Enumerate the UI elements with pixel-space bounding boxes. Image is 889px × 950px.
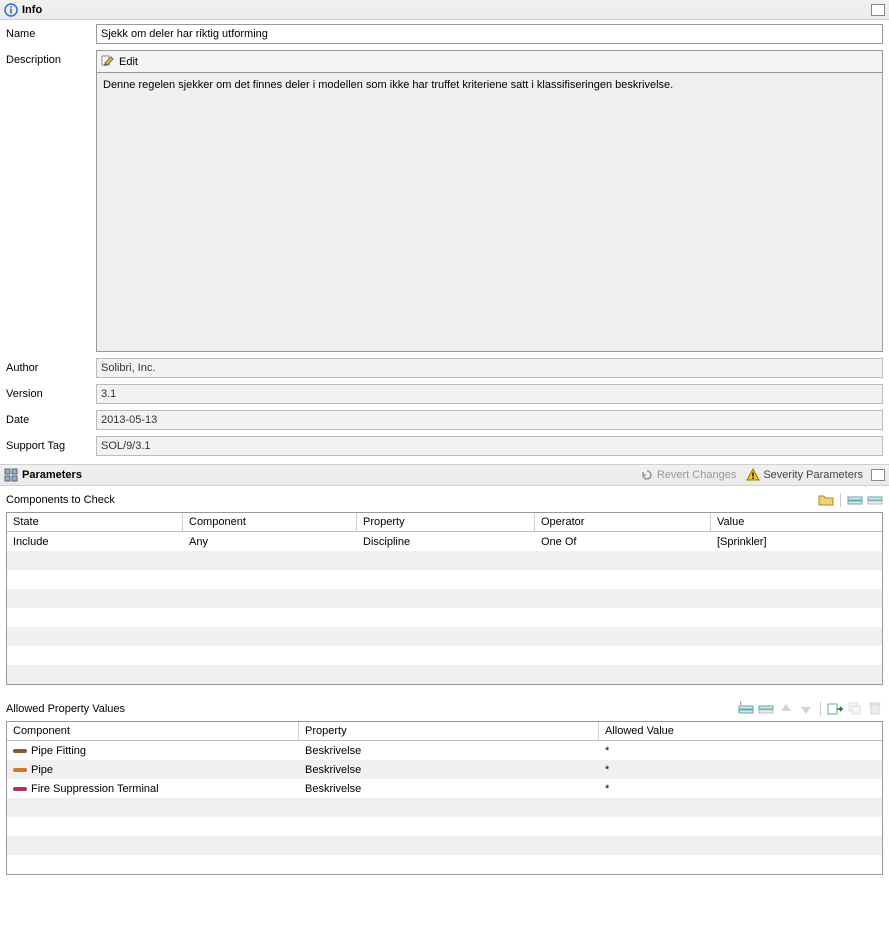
table-body: Pipe FittingBeskrivelse*PipeBeskrivelse*…	[7, 741, 882, 874]
author-label: Author	[6, 358, 96, 374]
cell-component[interactable]: Pipe Fitting	[7, 743, 299, 759]
add-row-button[interactable]	[847, 492, 863, 508]
remove-row-button[interactable]	[867, 492, 883, 508]
component-type-icon	[13, 747, 27, 755]
col-component[interactable]: Component	[7, 722, 299, 740]
allowed-property-values-section: Allowed Property Values I	[0, 695, 889, 885]
parameters-panel-header: Parameters Revert Changes Severity Param…	[0, 464, 889, 486]
table-row[interactable]: Pipe FittingBeskrivelse*	[7, 741, 882, 760]
table-row	[7, 646, 882, 665]
support-tag-label: Support Tag	[6, 436, 96, 452]
cell-allowed-value[interactable]: *	[599, 781, 882, 797]
version-label: Version	[6, 384, 96, 400]
revert-changes-button[interactable]: Revert Changes	[640, 468, 737, 482]
row-insert-button[interactable]: I	[738, 701, 754, 717]
cell-state[interactable]: Include	[7, 534, 183, 550]
name-field[interactable]	[96, 24, 883, 44]
cell-component[interactable]: Pipe	[7, 762, 299, 778]
cell-allowed-value[interactable]: *	[599, 743, 882, 759]
col-allowed-value[interactable]: Allowed Value	[599, 722, 882, 740]
cell-property[interactable]: Beskrivelse	[299, 743, 599, 759]
components-to-check-toolbar	[818, 492, 883, 508]
table-row	[7, 817, 882, 836]
delete-button[interactable]	[867, 701, 883, 717]
version-field: 3.1	[96, 384, 883, 404]
cell-operator[interactable]: One Of	[535, 534, 711, 550]
severity-parameters-button[interactable]: Severity Parameters	[746, 468, 863, 482]
parameters-icon	[4, 468, 18, 482]
table-row	[7, 798, 882, 817]
table-row	[7, 570, 882, 589]
edit-button-label: Edit	[119, 56, 138, 68]
cell-component[interactable]: Any	[183, 534, 357, 550]
name-label: Name	[6, 24, 96, 40]
allowed-property-values-table: Component Property Allowed Value Pipe Fi…	[6, 721, 883, 875]
row-delete-button[interactable]	[758, 701, 774, 717]
cell-property[interactable]: Discipline	[357, 534, 535, 550]
component-type-icon	[13, 766, 27, 774]
move-up-button[interactable]	[778, 701, 794, 717]
description-field[interactable]: Denne regelen sjekker om det finnes dele…	[96, 72, 883, 352]
col-property[interactable]: Property	[299, 722, 599, 740]
date-label: Date	[6, 410, 96, 426]
copy-button[interactable]	[847, 701, 863, 717]
pencil-icon	[101, 55, 115, 69]
table-body: IncludeAnyDisciplineOne Of[Sprinkler]	[7, 532, 882, 684]
info-icon	[4, 3, 18, 17]
table-row	[7, 836, 882, 855]
components-to-check-section: Components to Check State Co	[0, 486, 889, 695]
col-property[interactable]: Property	[357, 513, 535, 531]
cell-value[interactable]: [Sprinkler]	[711, 534, 882, 550]
description-edit-button[interactable]: Edit	[96, 50, 883, 72]
components-to-check-title: Components to Check	[6, 494, 818, 506]
col-component[interactable]: Component	[183, 513, 357, 531]
panel-menu-button[interactable]	[871, 4, 885, 16]
open-folder-button[interactable]	[818, 492, 834, 508]
parameters-panel-menu-button[interactable]	[871, 469, 885, 481]
toolbar-divider	[820, 702, 821, 716]
allowed-property-values-title: Allowed Property Values	[6, 703, 738, 715]
col-value[interactable]: Value	[711, 513, 882, 531]
severity-parameters-label: Severity Parameters	[763, 469, 863, 481]
support-tag-field: SOL/9/3.1	[96, 436, 883, 456]
table-row	[7, 589, 882, 608]
cell-allowed-value[interactable]: *	[599, 762, 882, 778]
table-row	[7, 608, 882, 627]
allowed-property-values-toolbar: I	[738, 701, 883, 717]
table-row	[7, 551, 882, 570]
table-header: State Component Property Operator Value	[7, 513, 882, 532]
col-operator[interactable]: Operator	[535, 513, 711, 531]
cell-property[interactable]: Beskrivelse	[299, 781, 599, 797]
revert-icon	[640, 468, 654, 482]
table-row[interactable]: PipeBeskrivelse*	[7, 760, 882, 779]
components-to-check-table: State Component Property Operator Value …	[6, 512, 883, 685]
export-button[interactable]	[827, 701, 843, 717]
table-row	[7, 665, 882, 684]
date-field: 2013-05-13	[96, 410, 883, 430]
revert-changes-label: Revert Changes	[657, 469, 737, 481]
cell-component[interactable]: Fire Suppression Terminal	[7, 781, 299, 797]
author-field: Solibri, Inc.	[96, 358, 883, 378]
table-row	[7, 627, 882, 646]
table-row[interactable]: IncludeAnyDisciplineOne Of[Sprinkler]	[7, 532, 882, 551]
col-state[interactable]: State	[7, 513, 183, 531]
parameters-panel-title: Parameters	[22, 469, 82, 481]
move-down-button[interactable]	[798, 701, 814, 717]
table-row	[7, 855, 882, 874]
component-type-icon	[13, 785, 27, 793]
toolbar-divider	[840, 493, 841, 507]
table-header: Component Property Allowed Value	[7, 722, 882, 741]
info-panel-header: Info	[0, 0, 889, 20]
table-row[interactable]: Fire Suppression TerminalBeskrivelse*	[7, 779, 882, 798]
warning-icon	[746, 468, 760, 482]
cell-property[interactable]: Beskrivelse	[299, 762, 599, 778]
description-label: Description	[6, 50, 96, 66]
info-panel-title: Info	[22, 4, 42, 16]
info-form: Name Description Edit Denne regelen sjek…	[0, 20, 889, 464]
